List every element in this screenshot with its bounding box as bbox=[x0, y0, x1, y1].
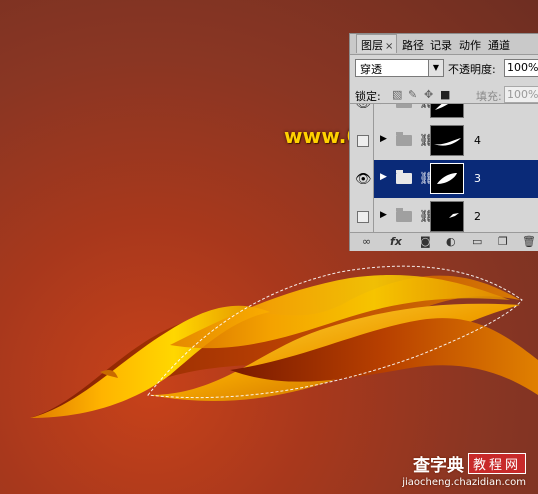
lock-all-icon[interactable]: ■ bbox=[440, 88, 450, 101]
fill-input[interactable]: 100% bbox=[504, 86, 538, 103]
tab-history[interactable]: 记录 bbox=[430, 37, 452, 53]
adjustment-layer-icon[interactable]: ◐ bbox=[446, 235, 456, 248]
layer-row[interactable]: ▶ ⛓ 4 bbox=[350, 122, 538, 161]
expand-arrow-icon[interactable]: ▶ bbox=[380, 134, 387, 144]
add-mask-icon[interactable]: ◙ bbox=[420, 235, 431, 248]
layer-row[interactable]: ▶ ⛓ 2 bbox=[350, 198, 538, 232]
fill-label: 填充: bbox=[476, 90, 502, 103]
folder-icon bbox=[396, 208, 412, 222]
close-icon[interactable]: × bbox=[385, 41, 393, 52]
watermark-domain: jiaocheng.chazidian.com bbox=[402, 477, 526, 488]
eye-icon: 👁 bbox=[355, 172, 372, 187]
opacity-label: 不透明度: bbox=[448, 63, 496, 76]
mask-thumbnail[interactable] bbox=[430, 201, 464, 232]
layer-list: 👁 ▶ ⛓ 5 ▶ ⛓ 4 👁 ▶ ⛓ bbox=[350, 103, 538, 232]
lock-transparency-icon[interactable]: ▧ bbox=[392, 88, 402, 101]
new-layer-icon[interactable]: ❐ bbox=[498, 235, 508, 248]
layer-row-selected[interactable]: 👁 ▶ ⛓ 3 bbox=[350, 160, 538, 199]
eye-icon: 👁 bbox=[355, 103, 372, 111]
mask-thumbnail[interactable] bbox=[430, 104, 464, 118]
lock-move-icon[interactable]: ✥ bbox=[424, 88, 433, 101]
tab-layers[interactable]: 图层 × bbox=[356, 34, 398, 53]
layer-name: 2 bbox=[474, 210, 481, 223]
tab-channels[interactable]: 通道 bbox=[488, 37, 510, 53]
blend-mode-value: 穿透 bbox=[360, 63, 382, 76]
tab-paths[interactable]: 路径 bbox=[402, 37, 424, 53]
fx-icon[interactable]: fx bbox=[390, 235, 402, 248]
expand-arrow-icon[interactable]: ▶ bbox=[380, 210, 387, 220]
mask-thumbnail[interactable] bbox=[430, 163, 464, 194]
layer-name: 4 bbox=[474, 134, 481, 147]
chevron-down-icon[interactable]: ▼ bbox=[428, 60, 443, 76]
blend-mode-select[interactable]: 穿透 ▼ bbox=[355, 59, 444, 77]
visibility-toggle[interactable] bbox=[350, 198, 374, 232]
watermark-brand: 查字典 bbox=[412, 456, 464, 476]
hidden-icon bbox=[357, 135, 369, 147]
mask-thumbnail[interactable] bbox=[430, 125, 464, 156]
visibility-toggle[interactable]: 👁 bbox=[350, 103, 374, 122]
layer-name: 3 bbox=[474, 172, 481, 185]
folder-icon bbox=[396, 132, 412, 146]
watermark: 查字典 教程网 jiaocheng.chazidian.com bbox=[402, 451, 526, 488]
layer-row[interactable]: 👁 ▶ ⛓ 5 bbox=[350, 103, 538, 123]
hidden-icon bbox=[357, 211, 369, 223]
visibility-toggle[interactable]: 👁 bbox=[350, 160, 374, 198]
panel-bottom-toolbar: ∞ fx ◙ ◐ ▭ ❐ 🗑 bbox=[350, 232, 538, 251]
folder-icon bbox=[396, 170, 412, 184]
folder-icon bbox=[396, 104, 412, 108]
expand-arrow-icon[interactable]: ▶ bbox=[380, 104, 387, 106]
layer-name: 5 bbox=[473, 104, 480, 107]
opacity-input[interactable]: 100% bbox=[504, 59, 538, 77]
tab-layers-label: 图层 bbox=[361, 39, 383, 52]
new-group-icon[interactable]: ▭ bbox=[472, 235, 482, 248]
trash-icon[interactable]: 🗑 bbox=[522, 235, 536, 248]
layers-panel: 图层 × 路径 记录 动作 通道 穿透 ▼ 不透明度: 100% 锁定: ▧ ✎ … bbox=[349, 33, 538, 251]
visibility-toggle[interactable] bbox=[350, 122, 374, 160]
lock-label: 锁定: bbox=[355, 90, 381, 103]
watermark-tag: 教程网 bbox=[467, 453, 526, 474]
lock-brush-icon[interactable]: ✎ bbox=[408, 88, 417, 101]
panel-tabs: 图层 × 路径 记录 动作 通道 bbox=[350, 34, 538, 55]
expand-arrow-icon[interactable]: ▶ bbox=[380, 172, 387, 182]
link-layers-icon[interactable]: ∞ bbox=[362, 235, 371, 248]
tab-actions[interactable]: 动作 bbox=[459, 37, 481, 53]
